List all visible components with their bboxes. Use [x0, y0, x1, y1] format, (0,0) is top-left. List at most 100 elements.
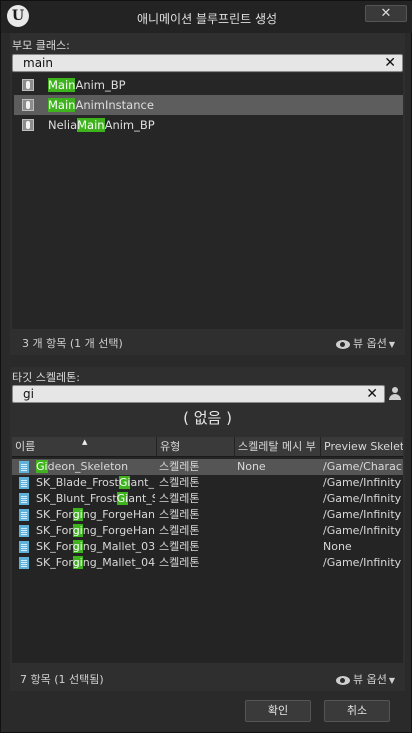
preview-skeleton: /Game/Infinity — [323, 492, 402, 505]
skeletal-mesh — [237, 475, 319, 491]
preview-skeleton: /Game/Infinity — [323, 508, 402, 521]
skeleton-name-match: Gi — [118, 476, 131, 489]
class-name-prefix: Nelia — [48, 118, 78, 132]
table-row[interactable]: SK_Forging_Mallet_03 스켈레톤 None — [12, 539, 403, 555]
chevron-down-icon: ▼ — [388, 676, 395, 685]
skeleton-table: 이름 유형 스켈레탈 메시 부 Preview Skeleta ▲ Gideon… — [12, 437, 403, 663]
table-row[interactable]: SK_Blunt_FrostGiant_S 스켈레톤/Game/Infinity — [12, 491, 403, 507]
target-skeleton-panel: 타깃 스켈레톤: gi ✕ ( 없음 ) 이름 유형 스켈레탈 메시 부 Pre… — [10, 367, 405, 691]
eye-icon — [335, 339, 350, 349]
sort-ascending-icon: ▲ — [82, 438, 88, 446]
skeleton-name-match: gi — [72, 524, 83, 537]
table-row[interactable]: SK_Blade_FrostGiant_ 스켈레톤/Game/Infinity — [12, 475, 403, 491]
skeleton-name-suffix: ant_S — [128, 492, 155, 505]
skeleton-name: SK_Forging_ForgeHan — [36, 507, 155, 523]
none-label: ( 없음 ) — [183, 409, 232, 427]
skeleton-icon — [19, 525, 29, 537]
table-row[interactable]: Gideon_Skeleton 스켈레톤 None/Game/Charac — [12, 459, 403, 475]
skeleton-name-prefix: SK_Blade_Frost — [36, 476, 119, 489]
chevron-down-icon: ▼ — [388, 340, 395, 349]
table-row[interactable]: SK_Forging_ForgeHan 스켈레톤/Game/Infinity — [12, 507, 403, 523]
parent-class-panel: 부모 클래스: main ✕ MainAnim_BP MainAnimInstan… — [10, 33, 405, 355]
skeletal-mesh — [237, 523, 319, 539]
skeleton-type: 스켈레톤 — [159, 476, 200, 489]
skeleton-icon — [19, 541, 29, 553]
preview-skeleton: /Game/Infinity — [323, 476, 402, 489]
skeleton-type: 스켈레톤 — [159, 556, 200, 569]
class-list-item[interactable]: MainAnim_BP — [14, 75, 403, 95]
skeleton-name-suffix: deon_Skeleton — [47, 460, 129, 473]
skeletal-mesh — [237, 507, 319, 523]
skeleton-name: SK_Forging_Mallet_03 — [36, 539, 155, 555]
skeleton-name: SK_Blunt_FrostGiant_S — [36, 491, 155, 507]
skeleton-icon — [19, 493, 29, 505]
window-title: 애니메이션 블루프린트 생성 — [136, 12, 278, 26]
skeleton-icon — [19, 557, 29, 569]
skeleton-name-suffix: ng_ForgeHan — [82, 508, 155, 521]
skeleton-type: 스켈레톤 — [159, 524, 200, 537]
skeletal-mesh — [237, 555, 319, 571]
class-name-suffix: Anim_BP — [104, 118, 155, 132]
skeleton-name-suffix: ant_ — [130, 476, 154, 489]
skeleton-view-options-button[interactable]: 뷰 옵션 ▼ — [335, 671, 395, 687]
skeleton-search-value: gi — [23, 387, 34, 401]
skeleton-name: SK_Forging_ForgeHan — [36, 523, 155, 539]
table-header: 이름 유형 스켈레탈 메시 부 Preview Skeleta ▲ — [12, 437, 403, 457]
anim-blueprint-icon — [22, 79, 34, 91]
column-header-skeletal-mesh[interactable]: 스켈레탈 메시 부 — [235, 437, 321, 457]
preview-skeleton: None — [323, 540, 352, 553]
skeleton-name-match: gi — [72, 556, 83, 569]
skeleton-name-prefix: SK_For — [36, 524, 73, 537]
class-name: MainAnim_BP — [48, 75, 126, 95]
class-list-item[interactable]: NeliaMainAnim_BP — [14, 115, 403, 135]
skeleton-name-suffix: ng_Mallet_03 — [82, 540, 155, 553]
skeleton-type: 스켈레톤 — [159, 460, 200, 473]
skeleton-type: 스켈레톤 — [159, 508, 200, 521]
skeleton-name-match: Gi — [116, 492, 129, 505]
cancel-button[interactable]: 취소 — [324, 700, 390, 722]
parent-class-label: 부모 클래스: — [12, 39, 70, 52]
target-skeleton-label: 타깃 스켈레톤: — [12, 371, 80, 384]
class-name: NeliaMainAnim_BP — [48, 115, 155, 135]
table-row[interactable]: SK_Forging_Mallet_04 스켈레톤/Game/Infinity — [12, 555, 403, 571]
class-name-suffix: Anim_BP — [75, 78, 126, 92]
anim-blueprint-icon — [22, 119, 34, 131]
skeleton-name-match: Gi — [36, 460, 48, 473]
column-header-type[interactable]: 유형 — [157, 437, 235, 457]
create-anim-blueprint-dialog: U 애니메이션 블루프린트 생성 ✕ 부모 클래스: main ✕ MainAn… — [0, 0, 412, 733]
anim-blueprint-icon — [22, 99, 34, 111]
skeleton-name-suffix: ng_Mallet_04 — [82, 556, 155, 569]
ok-button[interactable]: 확인 — [245, 700, 311, 722]
skeleton-name-suffix: ng_ForgeHan — [82, 524, 155, 537]
class-name-match: Main — [77, 118, 105, 132]
skeleton-type: 스켈레톤 — [159, 540, 200, 553]
preview-skeleton: /Game/Infinity — [323, 524, 402, 537]
class-name-match: Main — [48, 98, 76, 112]
skeleton-search-input[interactable]: gi ✕ — [12, 385, 385, 403]
person-icon[interactable] — [389, 387, 401, 401]
class-name: MainAnimInstance — [48, 95, 154, 115]
skeletal-mesh — [237, 491, 319, 507]
skeleton-name-match: gi — [72, 508, 83, 521]
skeleton-count: 7 항목 (1 선택됨) — [20, 673, 104, 686]
skeleton-name-prefix: SK_For — [36, 540, 73, 553]
class-list-item[interactable]: MainAnimInstance — [14, 95, 403, 115]
clear-search-icon[interactable]: ✕ — [384, 55, 396, 71]
clear-search-icon[interactable]: ✕ — [366, 386, 378, 402]
parent-view-options-button[interactable]: 뷰 옵션 ▼ — [335, 335, 395, 351]
skeleton-name: SK_Blade_FrostGiant_ — [36, 475, 155, 491]
skeleton-icon — [19, 509, 29, 521]
parent-class-search-input[interactable]: main ✕ — [12, 54, 403, 72]
column-header-preview-skeleton[interactable]: Preview Skeleta — [321, 437, 403, 457]
skeletal-mesh — [237, 539, 319, 555]
skeleton-type: 스켈레톤 — [159, 492, 200, 505]
skeleton-icon — [19, 477, 29, 489]
title-bar[interactable]: U 애니메이션 블루프린트 생성 ✕ — [1, 1, 412, 33]
table-row[interactable]: SK_Forging_ForgeHan 스켈레톤/Game/Infinity — [12, 523, 403, 539]
parent-class-count: 3 개 항목 (1 개 선택) — [22, 337, 123, 350]
skeleton-view-options-label: 뷰 옵션 — [352, 673, 387, 686]
preview-skeleton: /Game/Charac — [323, 460, 402, 473]
close-button[interactable]: ✕ — [365, 5, 407, 22]
skeleton-name: SK_Forging_Mallet_04 — [36, 555, 155, 571]
class-name-suffix: AnimInstance — [75, 98, 154, 112]
